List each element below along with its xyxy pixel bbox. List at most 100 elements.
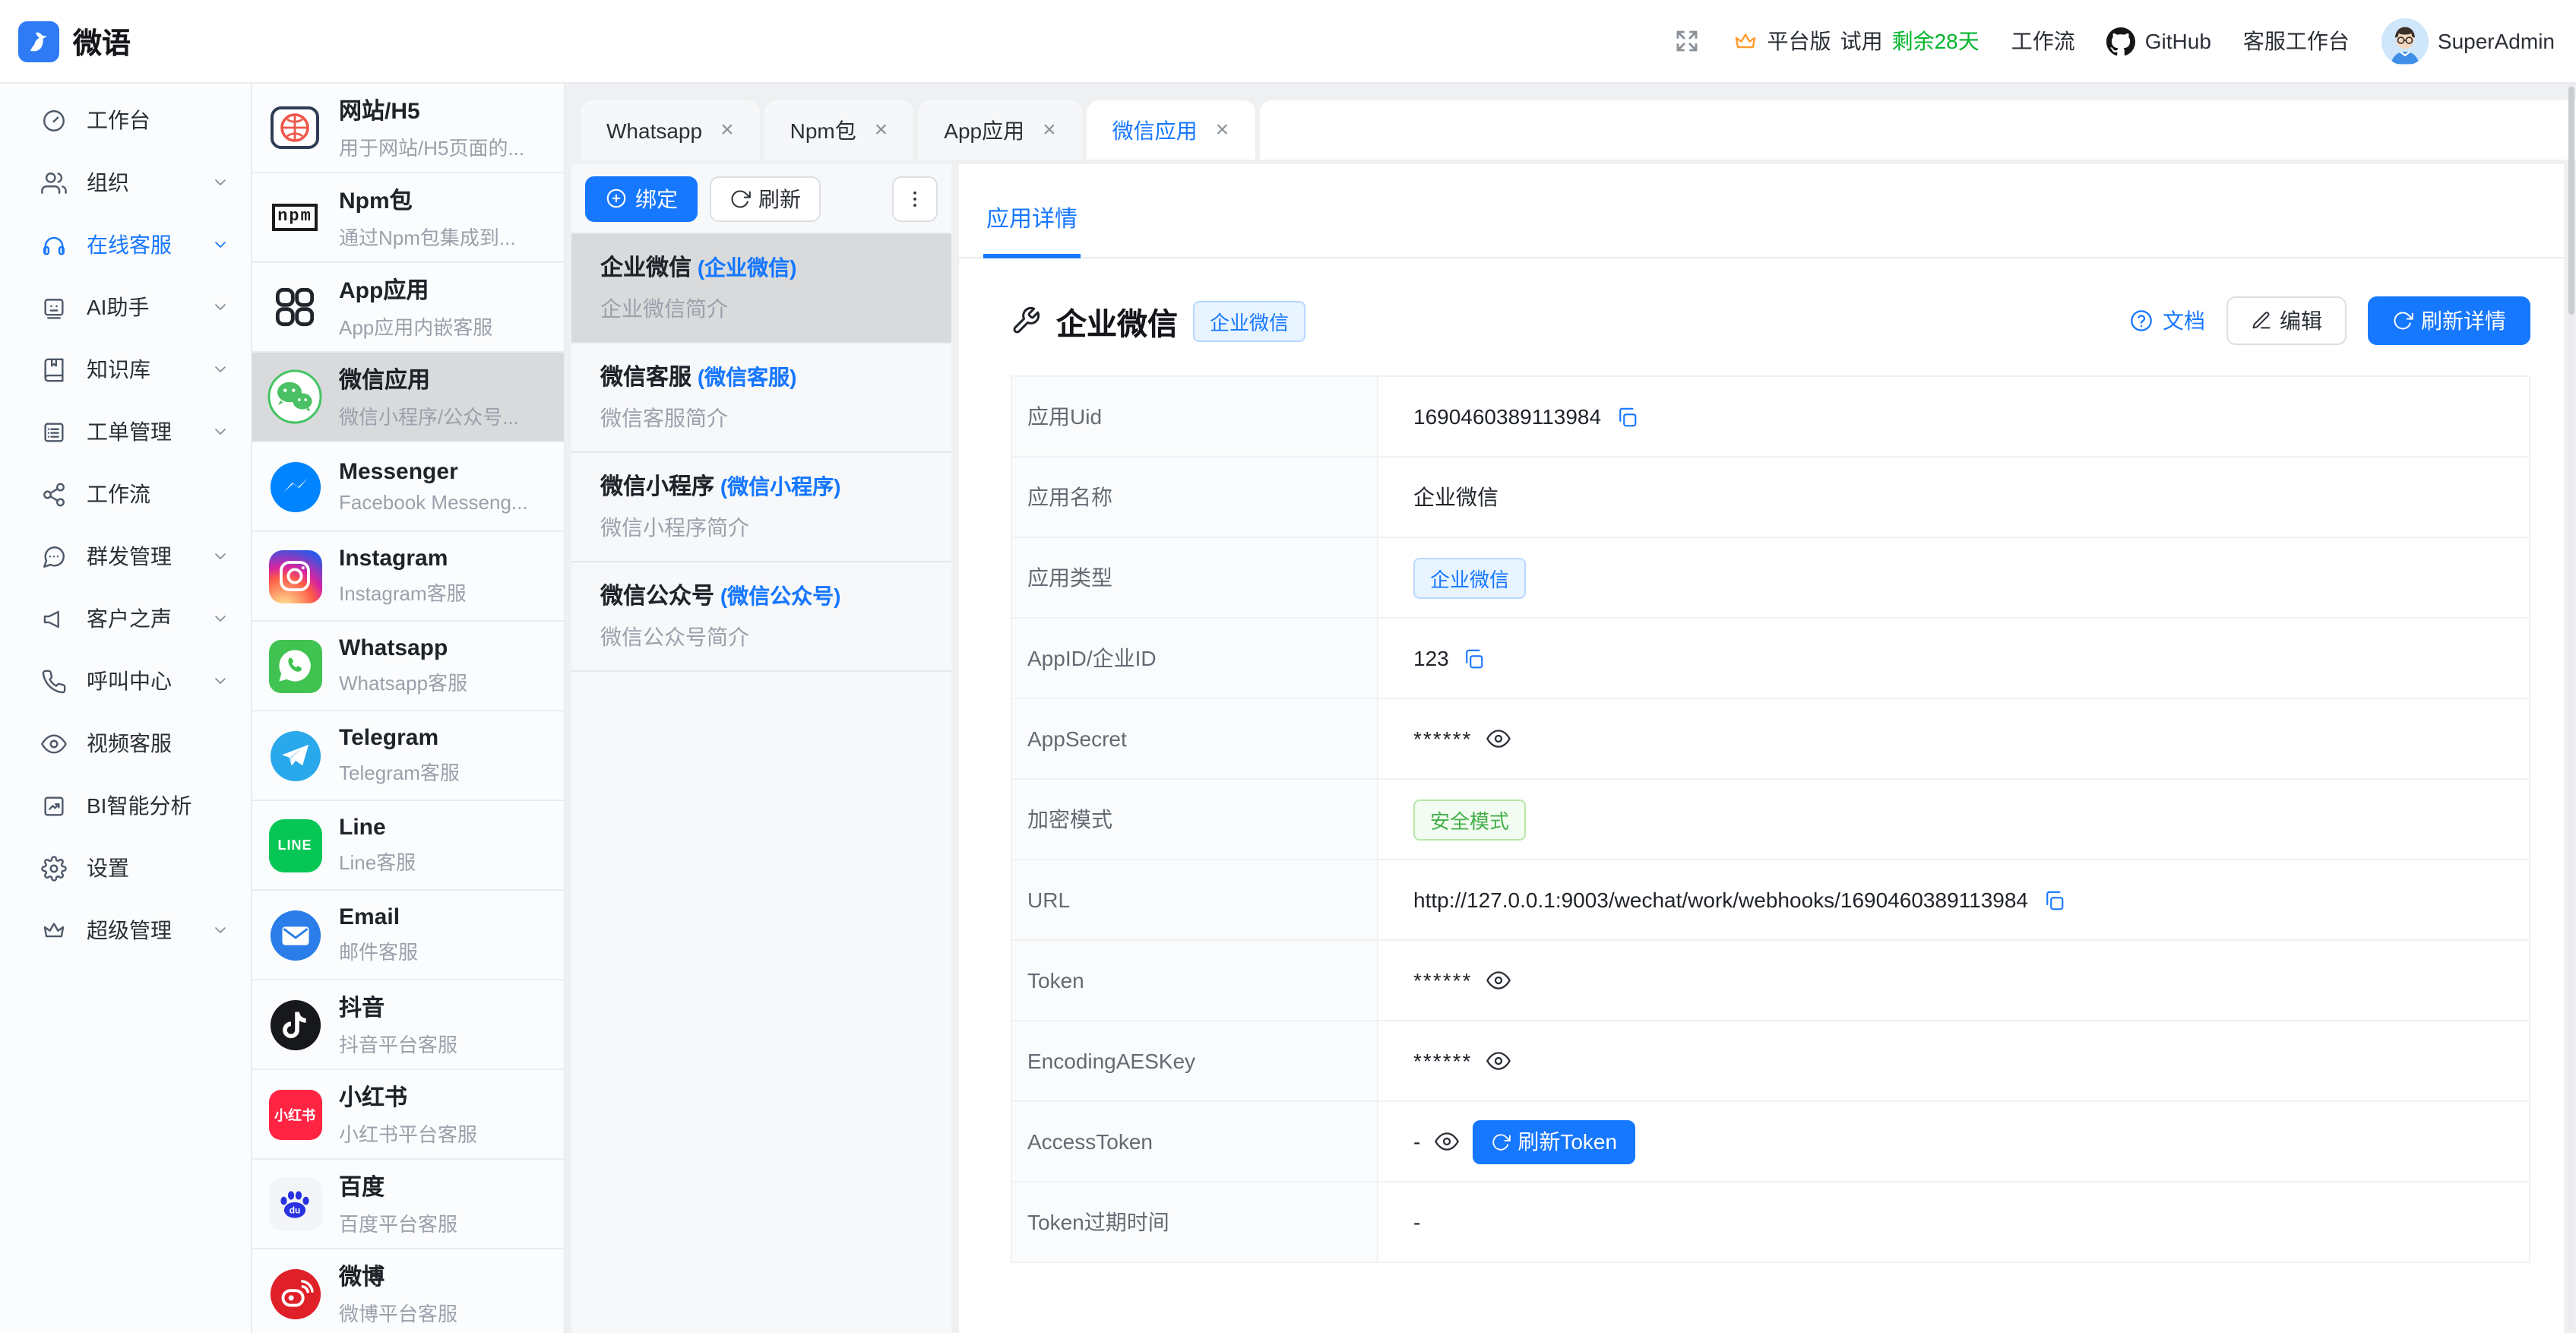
- channel-item-instagram[interactable]: InstagramInstagram客服: [252, 532, 564, 622]
- channel-name: 小红书: [339, 1081, 477, 1113]
- detail-header: 企业微信 企业微信 文档 编辑: [959, 258, 2564, 375]
- workflow-link[interactable]: 工作流: [2011, 26, 2075, 56]
- sidebar-item-ai-assistant[interactable]: AI助手: [0, 280, 251, 334]
- plan-badge[interactable]: 平台版 试用 剩余28天: [1733, 26, 1979, 56]
- tab-label: Whatsapp: [606, 118, 702, 142]
- sidebar-item-video-service[interactable]: 视频客服: [0, 716, 251, 771]
- close-icon[interactable]: ×: [720, 117, 734, 143]
- channel-item-messenger[interactable]: MessengerFacebook Messeng...: [252, 442, 564, 532]
- channel-desc: Line客服: [339, 847, 416, 875]
- channel-name: Npm包: [339, 184, 516, 216]
- table-row: AppID/企业ID 123: [1012, 619, 2529, 699]
- row-value: 123: [1413, 646, 1449, 670]
- megaphone-icon: [41, 606, 67, 632]
- app-grid-icon: [266, 278, 324, 336]
- chevron-down-icon: [211, 236, 229, 254]
- sidebar-item-dashboard[interactable]: 工作台: [0, 93, 251, 147]
- more-vertical-icon: [904, 188, 926, 209]
- sidebar-item-online-service[interactable]: 在线客服: [0, 217, 251, 272]
- ticket-list-icon: [41, 419, 67, 445]
- sidebar-item-workflow[interactable]: 工作流: [0, 467, 251, 521]
- app-item-official-account[interactable]: 微信公众号 (微信公众号) 微信公众号简介: [571, 562, 951, 672]
- dashboard-icon: [41, 107, 67, 133]
- logo-dove-icon: [18, 21, 59, 62]
- sidebar-item-knowledge-base[interactable]: 知识库: [0, 342, 251, 397]
- channel-item-douyin[interactable]: 抖音抖音平台客服: [252, 980, 564, 1070]
- channel-item-weibo[interactable]: 微博微博平台客服: [252, 1249, 564, 1333]
- github-link[interactable]: GitHub: [2107, 27, 2211, 55]
- table-row: 应用名称 企业微信: [1012, 458, 2529, 538]
- sidebar-item-voice-of-customer[interactable]: 客户之声: [0, 591, 251, 646]
- tab-npm[interactable]: Npm包 ×: [764, 100, 914, 160]
- channel-item-npm[interactable]: npm Npm包通过Npm包集成到...: [252, 173, 564, 263]
- row-label: 应用类型: [1012, 538, 1378, 617]
- crown-icon: [41, 917, 67, 943]
- scrollbar[interactable]: [2568, 84, 2574, 1330]
- app-window: 微语 平台版 试用 剩余28天 工作流: [0, 0, 2576, 1333]
- workflow-label: 工作流: [2011, 26, 2075, 56]
- xiaohongshu-icon: 小红书: [266, 1085, 324, 1143]
- channel-item-xiaohongshu[interactable]: 小红书 小红书小红书平台客服: [252, 1070, 564, 1160]
- sidebar-item-call-center[interactable]: 呼叫中心: [0, 654, 251, 708]
- edit-button[interactable]: 编辑: [2226, 296, 2347, 345]
- topbar: 微语 平台版 试用 剩余28天 工作流: [0, 0, 2576, 84]
- bind-button[interactable]: 绑定: [585, 176, 698, 221]
- close-icon[interactable]: ×: [875, 117, 888, 143]
- sidebar-item-organization[interactable]: 组织: [0, 155, 251, 210]
- refresh-button[interactable]: 刷新: [710, 176, 821, 221]
- eye-icon[interactable]: [1486, 1049, 1510, 1073]
- channel-item-whatsapp[interactable]: WhatsappWhatsapp客服: [252, 622, 564, 711]
- email-icon: [266, 906, 324, 964]
- app-item-miniprogram[interactable]: 微信小程序 (微信小程序) 微信小程序简介: [571, 453, 951, 562]
- sidebar-item-ticket-management[interactable]: 工单管理: [0, 404, 251, 459]
- chevron-down-icon: [211, 547, 229, 565]
- row-label: 加密模式: [1012, 780, 1378, 859]
- sidebar-item-bi-analytics[interactable]: BI智能分析: [0, 778, 251, 833]
- eye-icon[interactable]: [1434, 1129, 1458, 1154]
- channel-name: 网站/H5: [339, 94, 524, 126]
- fullscreen-icon[interactable]: [1673, 27, 1701, 55]
- sidebar-item-settings[interactable]: 设置: [0, 841, 251, 895]
- tab-wechat-app[interactable]: 微信应用 ×: [1087, 100, 1255, 160]
- scrollbar-thumb[interactable]: [2568, 87, 2574, 315]
- logo[interactable]: 微语: [18, 21, 131, 62]
- copy-icon[interactable]: [2042, 888, 2065, 911]
- tab-whatsapp[interactable]: Whatsapp ×: [581, 100, 760, 160]
- doc-link[interactable]: 文档: [2129, 306, 2205, 336]
- sidebar-item-super-admin[interactable]: 超级管理: [0, 903, 251, 958]
- channel-item-baidu[interactable]: du 百度百度平台客服: [252, 1160, 564, 1249]
- pencil-icon: [2251, 310, 2272, 331]
- copy-icon[interactable]: [1615, 405, 1638, 428]
- more-button[interactable]: [892, 176, 938, 221]
- channel-name: Line: [339, 815, 416, 841]
- row-value: ******: [1413, 727, 1472, 751]
- app-list-panel: 绑定 刷新 企业微信 (企业微信) 企业微信简介: [571, 164, 951, 1333]
- channel-item-telegram[interactable]: TelegramTelegram客服: [252, 711, 564, 801]
- channel-item-app[interactable]: App应用App应用内嵌客服: [252, 263, 564, 353]
- workbench-link[interactable]: 客服工作台: [2243, 26, 2350, 56]
- book-icon: [41, 356, 67, 382]
- line-icon: LINE: [266, 816, 324, 874]
- sidebar-item-broadcast[interactable]: 群发管理: [0, 529, 251, 584]
- channel-desc: 微信小程序/公众号...: [339, 401, 519, 430]
- channel-item-wechat[interactable]: 微信应用微信小程序/公众号...: [252, 353, 564, 442]
- copy-icon[interactable]: [1463, 647, 1486, 670]
- channel-item-website[interactable]: 网站/H5用于网站/H5页面的...: [252, 84, 564, 173]
- tab-app[interactable]: App应用 ×: [918, 100, 1081, 160]
- user-menu[interactable]: SuperAdmin: [2381, 17, 2555, 65]
- eye-icon[interactable]: [1486, 968, 1510, 993]
- eye-icon[interactable]: [1486, 727, 1510, 751]
- close-icon[interactable]: ×: [1043, 117, 1056, 143]
- chart-icon: [41, 793, 67, 818]
- close-icon[interactable]: ×: [1216, 117, 1229, 143]
- chevron-down-icon: [211, 173, 229, 192]
- channel-item-email[interactable]: Email邮件客服: [252, 891, 564, 980]
- refresh-detail-button[interactable]: 刷新详情: [2368, 296, 2530, 345]
- plus-circle-icon: [605, 187, 628, 210]
- channel-item-line[interactable]: LINE Line Line客服: [252, 801, 564, 891]
- app-item-work-wechat[interactable]: 企业微信 (企业微信) 企业微信简介: [571, 234, 951, 344]
- tab-app-detail[interactable]: 应用详情: [983, 202, 1081, 258]
- share-nodes-icon: [41, 481, 67, 507]
- refresh-token-button[interactable]: 刷新Token: [1472, 1119, 1635, 1164]
- app-item-wechat-kf[interactable]: 微信客服 (微信客服) 微信客服简介: [571, 344, 951, 453]
